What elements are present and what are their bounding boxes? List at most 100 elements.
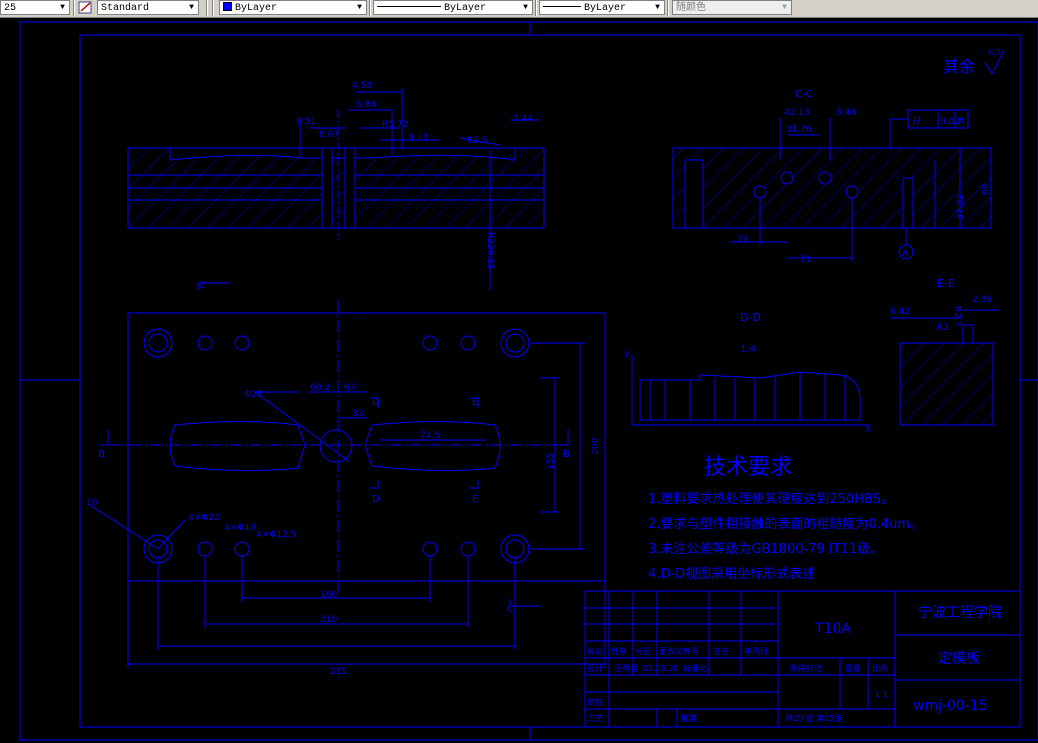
datum-label: A xyxy=(958,116,965,127)
header-count: 处数 xyxy=(611,646,627,656)
toolbar-separator xyxy=(73,0,75,16)
dim-text: 16 xyxy=(86,498,98,508)
header-sign: 签名 xyxy=(713,646,729,656)
dim-text: 60 xyxy=(981,183,991,195)
chevron-down-icon: ▼ xyxy=(189,3,194,12)
dim-text: 8.07 xyxy=(319,130,339,140)
header-zone: 分区 xyxy=(635,647,651,656)
chevron-down-icon: ▼ xyxy=(655,3,660,12)
dim-text: 6.42 xyxy=(890,307,910,317)
tech-line: 1.塑料要求热处理使其硬度达到250HBS。 xyxy=(648,491,894,507)
scale-label: 1:4 xyxy=(740,344,756,355)
dim-text: R2.5 xyxy=(952,306,962,327)
sheet-count: 共20 张 第15张 xyxy=(785,713,842,723)
dim-text: 2.36 xyxy=(972,295,992,305)
section-marker: E xyxy=(472,397,478,408)
datum-marker-label: A xyxy=(902,249,909,259)
section-label: D-D xyxy=(740,311,761,324)
plot-style-dropdown[interactable]: 随颜色 ▼ xyxy=(672,0,792,15)
dim-text: 4×Φ22 xyxy=(188,513,220,523)
linetype-dropdown[interactable]: ByLayer ▼ xyxy=(373,0,533,15)
section-marker: B xyxy=(563,449,570,460)
tech-line: 3.未注公差等级为GB1800-79 IT11级。 xyxy=(648,541,883,557)
toolbar-separator xyxy=(212,0,214,16)
lineweight-dropdown[interactable]: ByLayer ▼ xyxy=(539,0,665,15)
dim-text: 155 xyxy=(546,453,556,470)
toolbar-separator xyxy=(667,0,669,16)
chevron-down-icon: ▼ xyxy=(782,3,787,12)
review-label: 审核 xyxy=(587,697,603,707)
linetype-value: ByLayer xyxy=(444,3,487,14)
tech-line: 4.D-D视图采用坐标形式表述 xyxy=(648,567,815,582)
design-date: 05.05.20 xyxy=(643,664,679,673)
text-style-icon[interactable] xyxy=(78,0,94,15)
school-name: 宁波工程学院 xyxy=(918,604,1002,621)
section-label: E-E xyxy=(937,277,955,290)
dim-text: 31.76 xyxy=(786,125,812,135)
standard-label: 标准化 xyxy=(683,663,707,673)
chevron-down-icon: ▼ xyxy=(60,3,65,12)
dim-text: 4×Φ12.5 xyxy=(256,530,296,540)
plan-view: B B C C D D E E 60.2 63 Φ25 33 74.5 155 … xyxy=(86,281,606,677)
dim-text: 37.32 xyxy=(956,194,966,220)
roughness-value: 6.3 xyxy=(988,48,1001,57)
dim-text: 9.13 xyxy=(408,133,428,143)
dim-text: 210 xyxy=(320,615,337,625)
layer-value: 25 xyxy=(4,3,17,14)
stage-label: 阶段标记 xyxy=(790,663,822,673)
section-view-ee: E-E 6.42 2.36 R3 R2.5 xyxy=(890,277,1000,426)
dim-text: 29 xyxy=(737,235,749,245)
dim-text: R2.5 xyxy=(467,136,488,146)
tech-line: 2.要求与塑件相接触的表面的粗糙度为0.4um。 xyxy=(648,516,923,532)
color-dropdown[interactable]: ByLayer ▼ xyxy=(219,0,367,15)
dim-text: 74.5 xyxy=(420,431,440,441)
section-label: C-C xyxy=(795,89,813,100)
lineweight-sample-icon xyxy=(543,6,581,7)
dim-text: 71 xyxy=(800,255,811,265)
drawing-number: wmj-00-15 xyxy=(913,698,988,714)
dim-text: R3 xyxy=(937,323,949,333)
color-value: ByLayer xyxy=(235,3,278,14)
toolbar-separator xyxy=(206,0,208,16)
sheet-frame xyxy=(19,21,1038,741)
drawing-canvas[interactable]: 其余 6.3 4.58 8.51 6.84 R5.72 8.07 9.13 R2… xyxy=(0,17,1038,743)
dim-text: 33 xyxy=(352,409,363,419)
title-block-text: T10A 宁波工程学院 定模板 wmj-00-15 标记 处数 分区 更改文件号… xyxy=(587,604,1002,723)
dim-text: 42.13 xyxy=(784,108,810,118)
section-marker: B xyxy=(98,449,105,460)
axis-label: X xyxy=(865,425,871,435)
section-view-top: 4.58 8.51 6.84 R5.72 8.07 9.13 R2.5 3.44… xyxy=(127,81,545,290)
roughness-note: 其余 6.3 xyxy=(943,48,1005,76)
text-style-value: Standard xyxy=(101,3,150,14)
dim-text: 8.51 xyxy=(296,117,316,127)
plot-style-value: 随颜色 xyxy=(676,3,706,14)
properties-toolbar: 25 ▼ Standard ▼ ByLayer ▼ ByLayer ▼ ByLa… xyxy=(0,0,1038,18)
process-label: 工艺 xyxy=(587,714,603,723)
toolbar-separator xyxy=(369,0,371,16)
section-marker: C xyxy=(507,605,513,615)
layer-dropdown[interactable]: 25 ▼ xyxy=(0,0,70,15)
chevron-down-icon: ▼ xyxy=(357,3,362,12)
section-view-dd: D-D 1:4 Y X xyxy=(623,311,871,435)
section-marker: E xyxy=(472,494,478,505)
tolerance-symbol: // xyxy=(913,114,921,127)
designer-label: 设计 xyxy=(587,663,603,673)
dim-text: 200 xyxy=(591,438,601,455)
scale-value: 1:1 xyxy=(875,690,888,699)
color-swatch-icon xyxy=(223,2,232,11)
dim-text: 63 xyxy=(344,383,355,393)
dim-text: 4.58 xyxy=(352,81,372,91)
header-file: 更改文件号 xyxy=(659,646,699,656)
material: T10A xyxy=(814,621,851,637)
weight-label: 重量 xyxy=(845,663,861,673)
part-name: 定模板 xyxy=(938,651,980,667)
dim-text: 160 xyxy=(320,590,337,600)
toolbar-separator xyxy=(535,0,537,16)
linetype-sample-icon xyxy=(377,6,441,7)
designer-name: 王明君 xyxy=(614,664,638,673)
dim-text: 60.2 xyxy=(310,383,330,393)
axis-label: Y xyxy=(623,351,630,361)
section-view-cc: C-C 42.13 31.76 8.44 29 71 60 37.32 // 0… xyxy=(672,89,992,265)
text-style-dropdown[interactable]: Standard ▼ xyxy=(97,0,199,15)
approve-label: 批准 xyxy=(681,713,697,723)
